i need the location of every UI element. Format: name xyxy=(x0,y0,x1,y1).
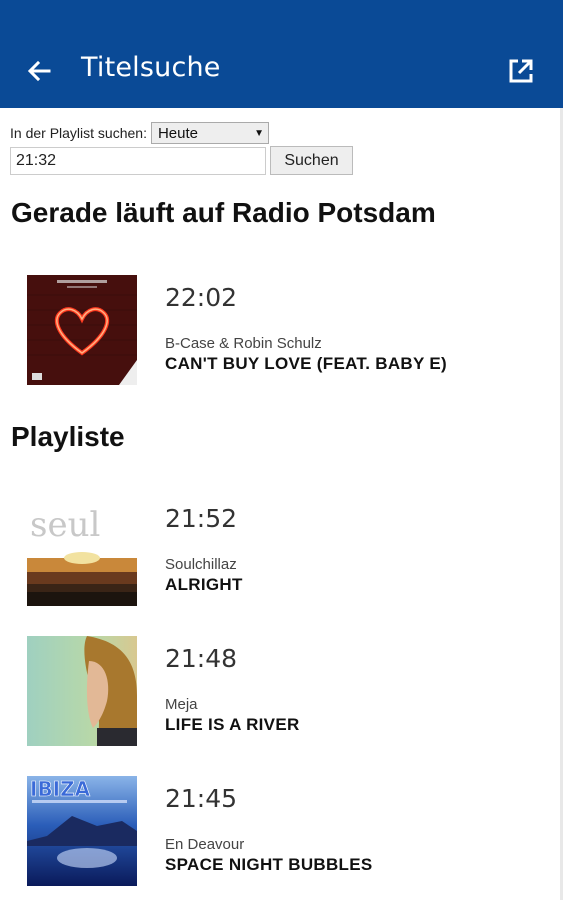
arrow-left-icon xyxy=(27,60,51,82)
svg-text:seul: seul xyxy=(30,505,100,545)
track-artist: En Deavour xyxy=(165,836,245,853)
track-time: 21:52 xyxy=(165,504,238,533)
playlist-item[interactable]: IBIZA 21:45 En Deavour SPACE NIGHT BUBBL… xyxy=(27,776,547,886)
album-cover xyxy=(27,636,137,746)
open-external-button[interactable] xyxy=(506,56,536,86)
time-search-row: Suchen xyxy=(10,146,353,175)
dropdown-arrow-icon: ▼ xyxy=(254,127,264,139)
day-select-value: Heute xyxy=(157,124,198,142)
time-input[interactable] xyxy=(10,146,266,175)
now-playing-track[interactable]: 22:02 B-Case & Robin Schulz CAN'T BUY LO… xyxy=(27,275,547,385)
day-select[interactable]: Heute ▼ xyxy=(150,122,269,144)
open-external-icon xyxy=(509,59,533,83)
now-playing-heading: Gerade läuft auf Radio Potsdam xyxy=(11,197,436,228)
playlist-item[interactable]: seul 21:52 Soulchillaz ALRIGHT xyxy=(27,496,547,606)
track-time: 22:02 xyxy=(165,283,238,312)
back-button[interactable] xyxy=(24,56,54,86)
track-time: 21:45 xyxy=(165,784,238,813)
album-cover: IBIZA xyxy=(27,776,137,886)
track-artist: Soulchillaz xyxy=(165,556,237,573)
track-artist: Meja xyxy=(165,696,198,713)
search-label: In der Playlist suchen: xyxy=(10,125,147,141)
album-cover: seul xyxy=(27,496,137,606)
playlist-search-row: In der Playlist suchen: Heute ▼ xyxy=(10,121,269,145)
track-time: 21:48 xyxy=(165,644,238,673)
app-bar: Titelsuche xyxy=(0,0,563,108)
track-title: LIFE IS A RIVER xyxy=(165,715,300,734)
track-title: CAN'T BUY LOVE (FEAT. BABY E) xyxy=(165,354,447,373)
album-cover xyxy=(27,275,137,385)
track-title: SPACE NIGHT BUBBLES xyxy=(165,855,373,874)
track-title: ALRIGHT xyxy=(165,575,243,594)
playlist-item[interactable]: 21:48 Meja LIFE IS A RIVER xyxy=(27,636,547,746)
page-title: Titelsuche xyxy=(81,52,221,83)
playlist-heading: Playliste xyxy=(11,421,125,452)
track-artist: B-Case & Robin Schulz xyxy=(165,335,322,352)
search-button[interactable]: Suchen xyxy=(270,146,353,175)
svg-text:IBIZA: IBIZA xyxy=(30,777,91,801)
